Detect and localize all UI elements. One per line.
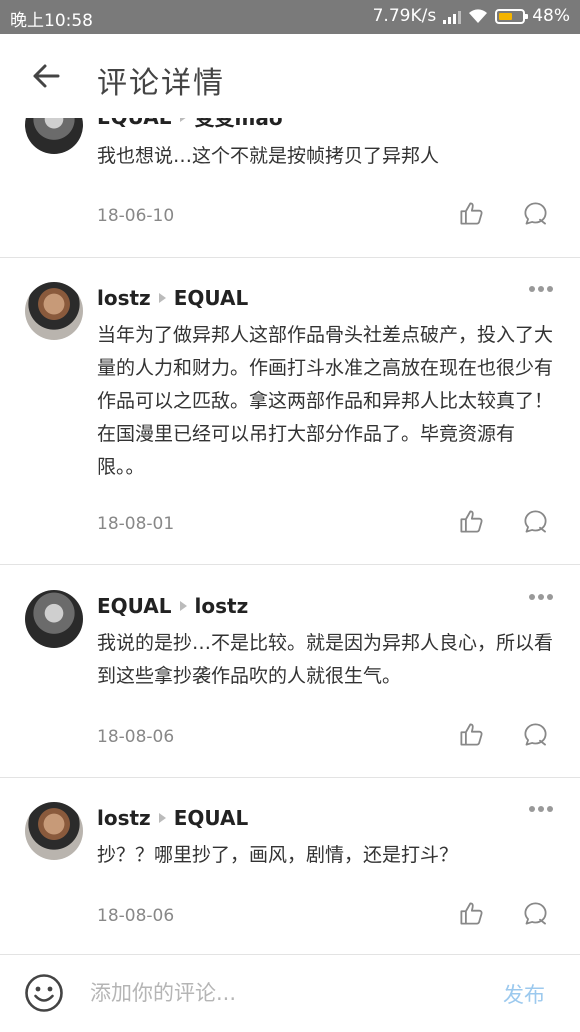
comment-date: 18-06-10 (97, 206, 175, 226)
reply-to-name[interactable]: EQUAL (174, 286, 249, 310)
signal-icon (443, 8, 462, 24)
more-icon[interactable] (528, 593, 554, 601)
battery-icon (495, 8, 529, 24)
comment-date: 18-08-01 (97, 514, 175, 534)
author-name[interactable]: lostz (97, 286, 151, 310)
status-speed: 7.79K/s (372, 6, 437, 26)
reply-to-name[interactable]: lostz (195, 594, 249, 618)
like-icon[interactable] (458, 200, 485, 227)
comment-names: lostz EQUAL (97, 806, 248, 830)
status-right: 7.79K/s 48% (373, 6, 570, 26)
comment-text: 我说的是抄…不是比较。就是因为异邦人良心，所以看到这些拿抄袭作品吹的人就很生气。 (97, 632, 554, 687)
comment-item: EQUAL lostz 我说的是抄…不是比较。就是因为异邦人良心，所以看到这些拿… (0, 565, 580, 778)
more-icon[interactable] (528, 805, 554, 813)
like-icon[interactable] (458, 721, 485, 748)
comment-list[interactable]: EQUAL 变变mao 我也想说…这个不就是按帧拷贝了异邦人 18-06-10 … (0, 118, 580, 954)
wifi-icon (469, 9, 488, 23)
comment-names: EQUAL 变变mao (97, 118, 283, 131)
comment-names: lostz EQUAL (97, 286, 248, 310)
author-name[interactable]: EQUAL (97, 594, 172, 618)
reply-to-name[interactable]: EQUAL (174, 806, 249, 830)
reply-arrow-icon (179, 601, 187, 611)
comment-item: EQUAL 变变mao 我也想说…这个不就是按帧拷贝了异邦人 18-06-10 (0, 118, 580, 258)
avatar[interactable] (25, 590, 83, 648)
comment-names: EQUAL lostz (97, 594, 248, 618)
comment-date: 18-08-06 (97, 727, 175, 747)
comment-text: 抄？？哪里抄了，画风，剧情，还是打斗？ (97, 844, 459, 866)
comment-item: lostz EQUAL 抄？？哪里抄了，画风，剧情，还是打斗？ 18-08-06 (0, 778, 580, 954)
page-title: 评论详情 (97, 66, 225, 101)
header: 评论详情 (0, 34, 580, 118)
more-icon[interactable] (528, 285, 554, 293)
author-name[interactable]: lostz (97, 806, 151, 830)
avatar[interactable] (25, 118, 83, 154)
avatar[interactable] (25, 282, 83, 340)
reply-icon[interactable] (522, 200, 549, 227)
author-name[interactable]: EQUAL (97, 118, 172, 129)
back-arrow-icon[interactable] (30, 60, 62, 92)
comment-item: lostz EQUAL 当年为了做异邦人这部作品骨头社差点破产，投入了大量的人力… (0, 258, 580, 565)
reply-arrow-icon (158, 813, 166, 823)
reply-arrow-icon (179, 118, 187, 122)
like-icon[interactable] (458, 508, 485, 535)
publish-button[interactable]: 发布 (503, 979, 545, 1009)
comment-text: 我也想说…这个不就是按帧拷贝了异邦人 (97, 145, 440, 167)
reply-icon[interactable] (522, 900, 549, 927)
status-battery: 48% (532, 6, 570, 26)
emoji-icon[interactable] (24, 973, 64, 1013)
reply-arrow-icon (158, 293, 166, 303)
comment-input[interactable] (90, 975, 470, 1011)
comment-date: 18-08-06 (97, 906, 175, 926)
reply-to-name[interactable]: 变变mao (195, 118, 283, 131)
avatar[interactable] (25, 802, 83, 860)
reply-icon[interactable] (522, 508, 549, 535)
status-bar: 晚上10:58 7.79K/s 48% (0, 0, 580, 34)
like-icon[interactable] (458, 900, 485, 927)
comment-bar: 发布 (0, 954, 580, 1032)
status-time: 晚上10:58 (10, 11, 93, 31)
comment-text: 当年为了做异邦人这部作品骨头社差点破产，投入了大量的人力和财力。作画打斗水准之高… (97, 324, 554, 478)
reply-icon[interactable] (522, 721, 549, 748)
